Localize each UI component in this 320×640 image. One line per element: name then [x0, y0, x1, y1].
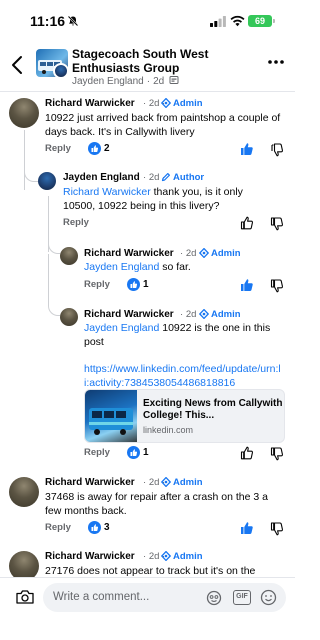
admin-badge: Admin: [160, 97, 203, 109]
dislike-icon[interactable]: [270, 143, 284, 157]
author-badge: Author: [161, 172, 204, 183]
admin-badge: Admin: [160, 550, 203, 562]
comment-text: Jayden England 10922 is the one in this …: [84, 322, 271, 348]
commenter-avatar[interactable]: [9, 98, 39, 128]
wifi-icon: [230, 15, 245, 27]
commenter-name[interactable]: Richard Warwicker: [45, 477, 135, 488]
like-filled-icon[interactable]: [240, 278, 254, 292]
emoji-icon[interactable]: [260, 589, 277, 606]
like-filled-icon[interactable]: [240, 142, 254, 156]
user-mention[interactable]: Richard Warwicker: [63, 186, 151, 198]
reaction-count[interactable]: 1: [143, 279, 149, 290]
admin-shield-icon: [160, 97, 172, 109]
like-reaction-icon: [127, 278, 140, 291]
url-link[interactable]: https://www.linkedin.com/feed/update/urn…: [84, 362, 284, 390]
post-byline: Jayden England · 2d: [72, 75, 179, 87]
like-reaction-icon: [88, 521, 101, 534]
back-arrow-icon[interactable]: [8, 54, 28, 76]
comment-text: 37468 is away for repair after a crash o…: [45, 491, 268, 517]
battery-tip: [273, 19, 275, 23]
link-preview-image: [85, 390, 137, 442]
reaction-count[interactable]: 2: [104, 143, 110, 154]
reply-button[interactable]: Reply: [84, 279, 110, 290]
commenter-name[interactable]: Richard Warwicker: [45, 551, 135, 562]
signal-icon: [210, 16, 226, 27]
reply-button[interactable]: Reply: [84, 447, 110, 458]
reply-button[interactable]: Reply: [45, 143, 71, 154]
commenter-avatar[interactable]: [60, 308, 78, 326]
like-icon[interactable]: [240, 446, 254, 460]
comment-text: 27176 does not appear to track but it's …: [45, 565, 256, 577]
comment-composer: Write a comment... GIF: [0, 577, 295, 640]
admin-shield-icon: [160, 476, 172, 488]
commenter-avatar[interactable]: [9, 477, 39, 507]
dislike-icon[interactable]: [270, 522, 284, 536]
group-title[interactable]: Stagecoach South West Enthusiasts Group: [72, 47, 262, 75]
post-header: Stagecoach South West Enthusiasts Group …: [0, 40, 295, 92]
reply-button[interactable]: Reply: [63, 217, 89, 228]
reply-button[interactable]: Reply: [45, 522, 71, 533]
bell-slash-icon: [67, 15, 79, 27]
dislike-icon[interactable]: [270, 217, 284, 231]
comment: Jayden England · 2d · Author Richard War…: [0, 169, 295, 234]
admin-shield-icon: [198, 247, 210, 259]
like-reaction-icon: [88, 142, 101, 155]
admin-badge: Admin: [198, 247, 241, 259]
comment-placeholder: Write a comment...: [53, 591, 150, 603]
status-bar: 11:16 69: [0, 0, 295, 40]
comment-text: Richard Warwicker thank you, is it only …: [63, 186, 243, 212]
comment: Richard Warwicker · 2d · Admin 27176 doe…: [0, 548, 295, 577]
user-mention[interactable]: Jayden England: [84, 261, 159, 273]
admin-shield-icon: [160, 550, 172, 562]
more-options-icon[interactable]: [267, 56, 285, 68]
status-time: 11:16: [30, 13, 66, 29]
user-mention[interactable]: Jayden England: [84, 322, 159, 334]
pencil-icon: [161, 173, 170, 182]
admin-shield-icon: [198, 308, 210, 320]
commenter-avatar[interactable]: [9, 551, 39, 577]
comment: Richard Warwicker · 2d · Admin Jayden En…: [0, 245, 295, 295]
post-age: 2d: [153, 76, 165, 87]
comment-text: 10922 just arrived back from paintshop a…: [45, 112, 281, 138]
group-privacy-icon: [169, 76, 179, 84]
comment: Richard Warwicker · 2d · Admin 37468 is …: [0, 474, 295, 539]
post-author[interactable]: Jayden England: [72, 76, 144, 87]
like-filled-icon[interactable]: [240, 521, 254, 535]
admin-badge: Admin: [160, 476, 203, 488]
comment: Richard Warwicker · 2d · Admin 10922 jus…: [0, 95, 295, 160]
commenter-name[interactable]: Richard Warwicker: [84, 248, 174, 259]
link-preview-title: Exciting News from Callywith College! Th…: [143, 398, 283, 421]
commenter-name[interactable]: Richard Warwicker: [84, 309, 174, 320]
admin-badge: Admin: [198, 308, 241, 320]
camera-icon[interactable]: [15, 589, 35, 605]
like-reaction-icon: [127, 446, 140, 459]
reaction-count[interactable]: 1: [143, 447, 149, 458]
commenter-avatar[interactable]: [60, 247, 78, 265]
battery-indicator: 69: [248, 15, 272, 27]
like-icon[interactable]: [240, 216, 254, 230]
commenter-name[interactable]: Jayden England: [63, 172, 140, 183]
dislike-icon[interactable]: [270, 447, 284, 461]
link-preview-card[interactable]: Exciting News from Callywith College! Th…: [84, 389, 285, 443]
reaction-count[interactable]: 3: [104, 522, 110, 533]
avatar-sticker-icon[interactable]: [206, 590, 222, 606]
gif-button[interactable]: GIF: [233, 590, 251, 605]
commenter-name[interactable]: Richard Warwicker: [45, 98, 135, 109]
author-avatar-small: [53, 63, 69, 79]
dislike-icon[interactable]: [270, 279, 284, 293]
link-preview-domain: linkedin.com: [143, 425, 194, 435]
commenter-avatar[interactable]: [38, 172, 56, 190]
comment-input[interactable]: Write a comment... GIF: [43, 583, 286, 612]
comment-text: Jayden England so far.: [84, 261, 191, 273]
